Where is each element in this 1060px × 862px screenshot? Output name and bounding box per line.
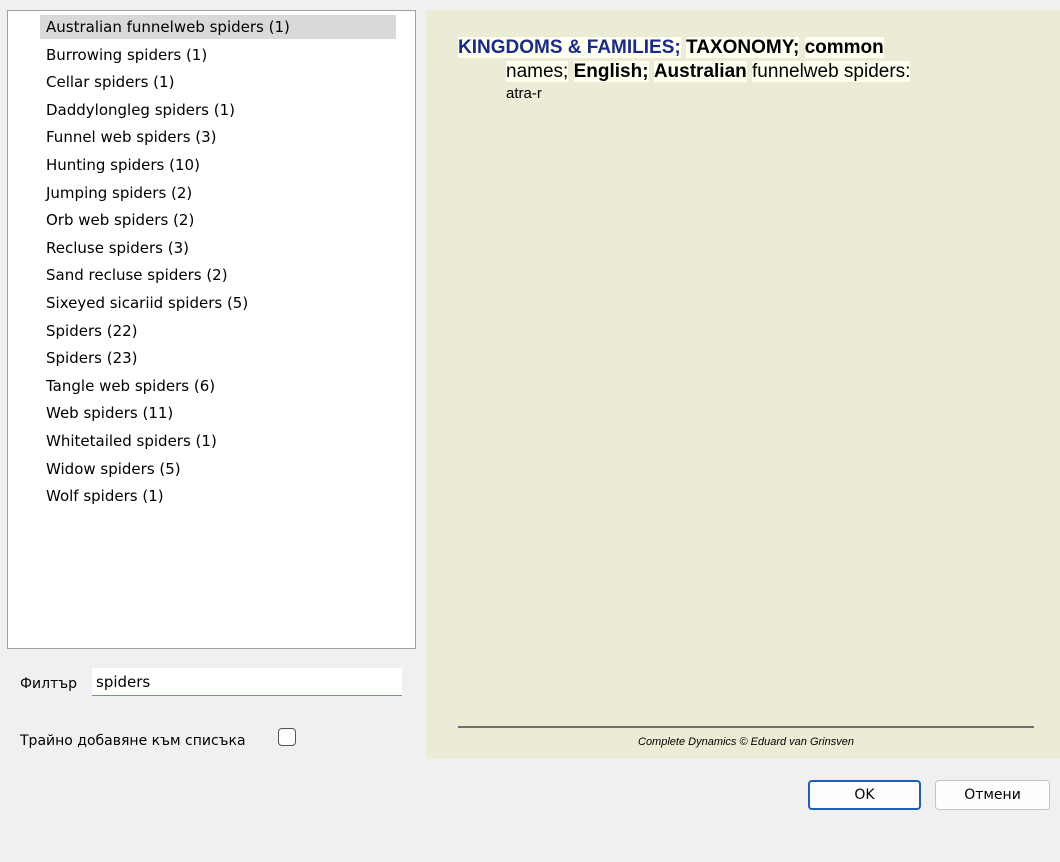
ok-button[interactable]: OK: [808, 780, 921, 810]
list-item[interactable]: Sixeyed sicariid spiders (5): [40, 291, 396, 315]
list-item[interactable]: Spiders (22): [40, 319, 396, 343]
list-item[interactable]: Widow spiders (5): [40, 457, 396, 481]
list-item[interactable]: Daddylongleg spiders (1): [40, 98, 396, 122]
list-item[interactable]: Whitetailed spiders (1): [40, 429, 396, 453]
rubric-remedy-line: atra-r: [458, 84, 1038, 104]
list-item[interactable]: Australian funnelweb spiders (1): [40, 15, 396, 39]
list-item[interactable]: Wolf spiders (1): [40, 484, 396, 508]
rubric-path-line-2: names; English; Australian funnelweb spi…: [458, 60, 1038, 84]
rubric-list[interactable]: Australian funnelweb spiders (1) Burrowin…: [7, 10, 416, 649]
filter-label: Филтър: [20, 676, 78, 692]
list-item[interactable]: Sand recluse spiders (2): [40, 263, 396, 287]
rubric-path-australian: Australian: [653, 61, 747, 82]
list-item[interactable]: Web spiders (11): [40, 401, 396, 425]
rubric-chapter: KINGDOMS & FAMILIES;: [458, 37, 681, 58]
list-item[interactable]: Funnel web spiders (3): [40, 125, 396, 149]
rubric-entry: KINGDOMS & FAMILIES; TAXONOMY; common na…: [458, 36, 1038, 104]
list-item[interactable]: Orb web spiders (2): [40, 208, 396, 232]
persist-checkbox[interactable]: [278, 728, 296, 746]
rubric-path-english: English;: [573, 61, 649, 82]
rubric-preview: KINGDOMS & FAMILIES; TAXONOMY; common na…: [426, 10, 1060, 759]
footer-divider: [458, 726, 1034, 728]
cancel-button[interactable]: Отмени: [935, 780, 1050, 810]
list-item[interactable]: Jumping spiders (2): [40, 181, 396, 205]
rubric-path-common: common: [804, 37, 884, 58]
rubric-path-names: names;: [506, 61, 569, 82]
remedy-atra-r[interactable]: atra-r: [506, 85, 542, 102]
copyright-text: Complete Dynamics © Eduard van Grinsven: [638, 736, 854, 748]
list-item[interactable]: Cellar spiders (1): [40, 70, 396, 94]
list-item[interactable]: Burrowing spiders (1): [40, 43, 396, 67]
list-item[interactable]: Hunting spiders (10): [40, 153, 396, 177]
persist-label: Трайно добавяне към списъка: [20, 733, 246, 749]
list-item[interactable]: Recluse spiders (3): [40, 236, 396, 260]
list-item[interactable]: Tangle web spiders (6): [40, 374, 396, 398]
list-item[interactable]: Spiders (23): [40, 346, 396, 370]
rubric-path-taxonomy: TAXONOMY;: [686, 37, 800, 58]
rubric-path-line-1: KINGDOMS & FAMILIES; TAXONOMY; common: [458, 36, 1038, 60]
filter-input[interactable]: [92, 668, 402, 696]
rubric-path-funnelweb: funnelweb spiders:: [752, 61, 911, 82]
